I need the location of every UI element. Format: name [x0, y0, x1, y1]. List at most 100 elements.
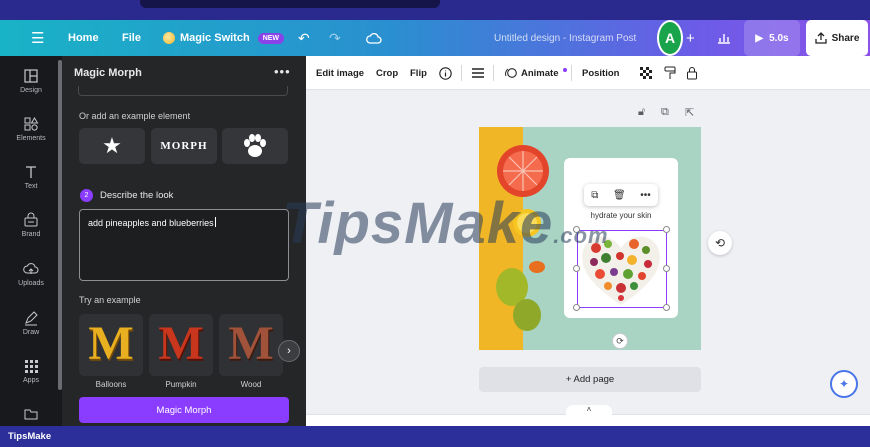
- transparency-icon[interactable]: [640, 56, 653, 90]
- new-badge: NEW: [257, 32, 285, 44]
- share-icon: [814, 32, 827, 44]
- style-label: Wood: [240, 380, 262, 389]
- insights-chart-icon[interactable]: [717, 20, 731, 56]
- lock-icon[interactable]: [686, 56, 698, 90]
- step-describe: 2 Describe the look: [80, 189, 173, 202]
- example-paw[interactable]: [222, 128, 288, 164]
- rail-item-draw[interactable]: Draw: [0, 310, 62, 336]
- editor-header: ☰ Home File Magic Switch NEW ↶ ↷ Untitle…: [0, 20, 870, 56]
- duplicate-icon[interactable]: ⧉: [591, 190, 598, 201]
- brand-icon: [24, 212, 38, 227]
- element-context-menu: ⧉ 🗑︎ •••: [584, 184, 658, 206]
- nav-file[interactable]: File: [122, 20, 141, 56]
- magic-switch-icon: [163, 32, 175, 44]
- rail-item-design[interactable]: Design: [0, 68, 62, 94]
- flip-button[interactable]: Flip: [410, 56, 427, 90]
- draw-icon: [25, 311, 38, 326]
- resize-handle[interactable]: [663, 226, 670, 233]
- edit-image-button[interactable]: Edit image: [316, 56, 364, 90]
- resize-handle[interactable]: [573, 226, 580, 233]
- magic-morph-panel: Magic Morph ••• Or add an example elemen…: [62, 56, 306, 426]
- chevron-up-icon[interactable]: ˄: [566, 405, 612, 419]
- rail-label: Draw: [22, 329, 40, 336]
- previous-input-edge: [78, 86, 288, 96]
- trash-icon[interactable]: 🗑︎: [613, 190, 626, 201]
- present-play-button[interactable]: ▶ 5.0s: [744, 20, 800, 56]
- editor-toolbar: Edit image Crop Flip Animate Position: [306, 56, 870, 90]
- prompt-text: add pineapples and blueberries: [88, 218, 214, 228]
- apps-grid-icon: [25, 360, 38, 373]
- pumpkin-letter: M: [158, 317, 204, 370]
- balloons-letter: M: [88, 317, 134, 370]
- toolbar-divider: [571, 65, 572, 81]
- lock-page-icon[interactable]: 🔓︎: [638, 106, 645, 119]
- animate-new-dot: [563, 68, 568, 72]
- animate-button[interactable]: Animate: [505, 56, 568, 90]
- rail-label: Text: [24, 183, 38, 190]
- magic-morph-button[interactable]: Magic Morph: [79, 397, 289, 423]
- line-weight-icon[interactable]: [472, 56, 484, 90]
- add-page-button[interactable]: + Add page: [479, 367, 701, 392]
- example-morph-text[interactable]: MORPH: [151, 128, 217, 164]
- text-caret: [214, 217, 216, 227]
- style-wood-thumb[interactable]: M: [219, 314, 283, 376]
- resize-handle[interactable]: [663, 265, 670, 272]
- rail-item-brand[interactable]: Brand: [0, 212, 62, 238]
- magic-sparkle-icon[interactable]: ✦: [830, 370, 858, 398]
- browser-top-strip: [0, 0, 870, 20]
- example-star[interactable]: ★: [79, 128, 145, 164]
- more-icon[interactable]: •••: [640, 190, 651, 201]
- rail-item-uploads[interactable]: Uploads: [0, 261, 62, 287]
- card-headline[interactable]: hydrate your skin: [564, 211, 678, 220]
- chevron-right-icon[interactable]: ›: [278, 340, 300, 362]
- duplicate-page-icon[interactable]: ⧉: [661, 106, 669, 119]
- style-balloons-thumb[interactable]: M: [79, 314, 143, 376]
- avatar[interactable]: A: [657, 20, 683, 56]
- rail-item-elements[interactable]: Elements: [0, 116, 62, 142]
- rail-item-apps[interactable]: Apps: [0, 358, 62, 384]
- panel-title: Magic Morph: [74, 67, 142, 79]
- resize-handle[interactable]: [663, 304, 670, 311]
- shapes-icon: [24, 117, 39, 131]
- menu-icon[interactable]: ☰: [31, 20, 44, 56]
- rail-label: Design: [20, 87, 42, 94]
- instagram-post-design[interactable]: hydrate your skin: [479, 127, 701, 350]
- refresh-icon[interactable]: ⟲: [708, 231, 732, 255]
- play-icon: ▶: [755, 32, 764, 44]
- folder-icon: [24, 409, 38, 420]
- resize-handle[interactable]: [573, 304, 580, 311]
- magic-switch-button[interactable]: Magic Switch NEW: [163, 20, 285, 56]
- upload-cloud-icon: [23, 263, 39, 274]
- rail-item-projects[interactable]: [0, 406, 62, 425]
- info-icon[interactable]: [439, 56, 452, 90]
- step-number-badge: 2: [80, 189, 93, 202]
- resize-handle[interactable]: [573, 265, 580, 272]
- copy-style-icon[interactable]: [664, 56, 676, 90]
- style-label: Pumpkin: [165, 380, 197, 389]
- share-button[interactable]: Share: [806, 20, 868, 56]
- undo-icon[interactable]: ↶: [298, 20, 310, 56]
- animate-icon: [505, 68, 517, 78]
- crop-button[interactable]: Crop: [376, 56, 398, 90]
- invite-plus-icon[interactable]: +: [686, 20, 695, 56]
- layout-icon: [24, 69, 38, 83]
- position-button[interactable]: Position: [582, 56, 619, 90]
- rotate-icon[interactable]: ⟳: [612, 333, 628, 349]
- share-label: Share: [831, 32, 860, 44]
- nav-home[interactable]: Home: [68, 20, 99, 56]
- more-options-icon[interactable]: •••: [274, 64, 291, 79]
- cloud-save-icon[interactable]: [366, 20, 382, 56]
- magic-switch-label: Magic Switch: [180, 32, 250, 44]
- toolbar-divider: [493, 65, 494, 81]
- animate-label: Animate: [521, 67, 559, 79]
- rail-label: Brand: [21, 231, 41, 238]
- style-pumpkin-thumb[interactable]: M: [149, 314, 213, 376]
- redo-icon[interactable]: ↷: [329, 20, 341, 56]
- document-title[interactable]: Untitled design - Instagram Post: [494, 20, 636, 56]
- add-page-icon[interactable]: ⇱: [685, 106, 694, 119]
- rail-label: Uploads: [18, 280, 44, 287]
- left-rail: Design Elements Text Brand Uploads Draw …: [0, 56, 62, 426]
- describe-prompt-input[interactable]: add pineapples and blueberries: [79, 209, 289, 281]
- rail-item-text[interactable]: Text: [0, 164, 62, 190]
- selection-box: [577, 230, 667, 308]
